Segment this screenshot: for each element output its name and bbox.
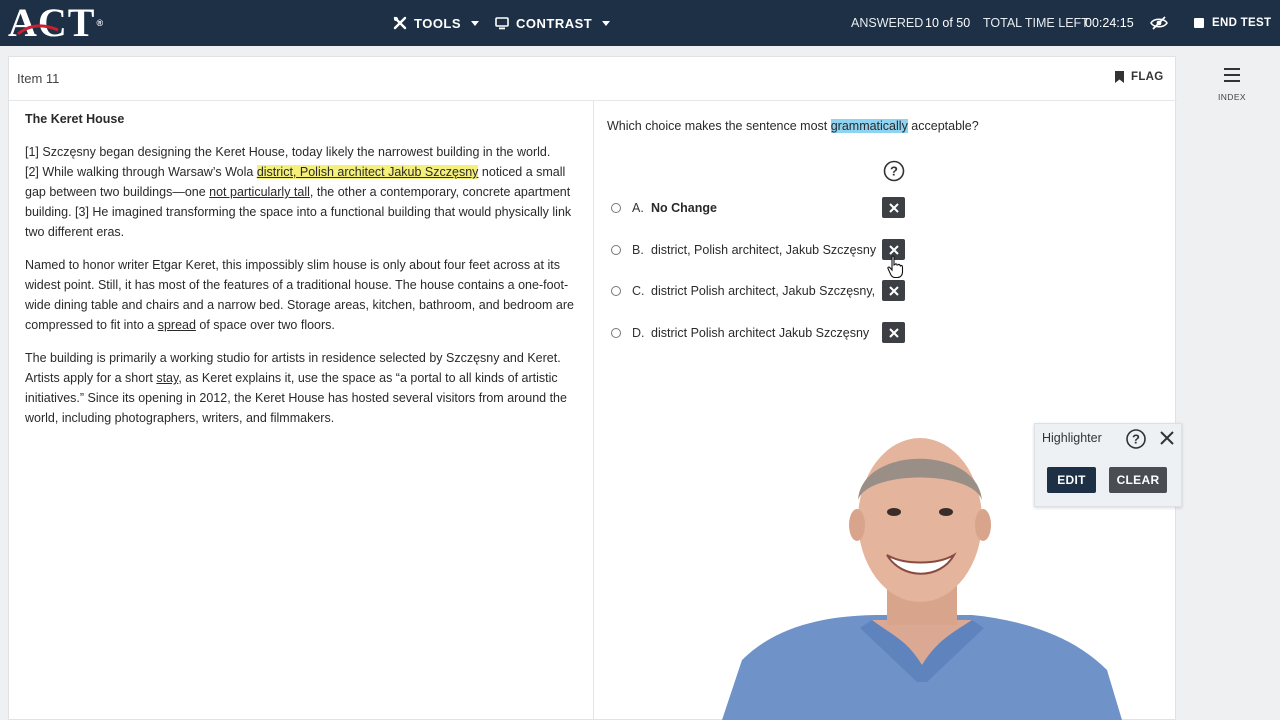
passage-text: [2] While walking through Warsaw’s Wola bbox=[25, 165, 257, 179]
underlined-text[interactable]: spread bbox=[158, 318, 196, 332]
passage-paragraph: Named to honor writer Etgar Keret, this … bbox=[25, 255, 585, 335]
passage-sentence: [1] Szczęsny began designing the Keret H… bbox=[25, 145, 551, 159]
svg-text:?: ? bbox=[1132, 432, 1140, 447]
passage-paragraph: The building is primarily a working stud… bbox=[25, 348, 585, 428]
question-stem: Which choice makes the sentence most gra… bbox=[607, 119, 979, 133]
hand-cursor-icon bbox=[887, 255, 904, 279]
item-number: Item 11 bbox=[17, 71, 60, 86]
index-button[interactable]: INDEX bbox=[1210, 68, 1254, 102]
flag-button[interactable]: FLAG bbox=[1115, 71, 1164, 83]
stop-icon bbox=[1194, 18, 1204, 28]
tools-menu-button[interactable]: TOOLS bbox=[393, 0, 480, 46]
pane-divider bbox=[593, 101, 594, 720]
highlighter-title: Highlighter bbox=[1042, 431, 1102, 445]
choice-letter: A. bbox=[632, 201, 644, 215]
svg-text:?: ? bbox=[890, 164, 898, 179]
question-text: Which choice makes the sentence most bbox=[607, 119, 831, 133]
time-left-value: 00:24:15 bbox=[1085, 16, 1134, 30]
choice-letter: B. bbox=[632, 243, 644, 257]
underlined-text[interactable]: stay bbox=[156, 371, 178, 385]
eliminate-choice-c-button[interactable] bbox=[882, 280, 905, 301]
answer-choice-d[interactable]: D. district Polish architect Jakub Szczę… bbox=[611, 322, 869, 344]
answer-choice-a[interactable]: A. No Change bbox=[611, 197, 717, 219]
close-icon[interactable] bbox=[1159, 430, 1175, 446]
monitor-icon bbox=[495, 16, 509, 29]
question-text: acceptable? bbox=[907, 119, 979, 133]
answer-choice-c[interactable]: C. district Polish architect, Jakub Szcz… bbox=[611, 280, 875, 302]
tools-icon bbox=[393, 16, 407, 30]
help-icon[interactable]: ? bbox=[1125, 428, 1147, 450]
logo-swoosh-icon bbox=[17, 24, 59, 36]
passage: The Keret House [1] Szczęsny began desig… bbox=[25, 109, 585, 441]
answered-count: 10 of 50 bbox=[925, 16, 971, 30]
end-test-label: END TEST bbox=[1212, 17, 1272, 29]
clear-highlight-button[interactable]: CLEAR bbox=[1109, 467, 1167, 493]
close-icon bbox=[888, 327, 899, 338]
passage-paragraph: [1] Szczęsny began designing the Keret H… bbox=[25, 142, 585, 242]
radio-button[interactable] bbox=[611, 245, 621, 255]
highlighted-underlined-text[interactable]: district, Polish architect Jakub Szczęsn… bbox=[256, 165, 479, 179]
answer-choice-b[interactable]: B. district, Polish architect, Jakub Szc… bbox=[611, 239, 876, 261]
radio-button[interactable] bbox=[611, 203, 621, 213]
contrast-menu-button[interactable]: CONTRAST bbox=[495, 0, 611, 46]
contrast-label: CONTRAST bbox=[516, 15, 593, 31]
end-test-button[interactable]: END TEST bbox=[1194, 0, 1271, 46]
highlighted-text[interactable]: grammatically bbox=[830, 119, 908, 133]
passage-title: The Keret House bbox=[25, 112, 125, 126]
radio-button[interactable] bbox=[611, 328, 621, 338]
time-left-label: TOTAL TIME LEFT bbox=[983, 16, 1089, 30]
close-icon bbox=[888, 202, 899, 213]
item-header: Item 11 FLAG bbox=[9, 57, 1177, 101]
tools-label: TOOLS bbox=[414, 15, 462, 31]
chevron-down-icon bbox=[602, 20, 611, 26]
bookmark-icon bbox=[1115, 71, 1124, 83]
choice-text: district Polish architect Jakub Szczęsny bbox=[651, 326, 870, 340]
choice-letter: C. bbox=[632, 284, 645, 298]
top-bar: ACT® TOOLS CONTRAST ANSWERED 10 of 50 TO… bbox=[0, 0, 1280, 46]
close-icon bbox=[888, 285, 899, 296]
underlined-text[interactable]: not particularly tall bbox=[209, 185, 310, 199]
answered-label: ANSWERED bbox=[851, 16, 924, 30]
hide-timer-icon[interactable] bbox=[1150, 15, 1168, 31]
chevron-down-icon bbox=[471, 20, 480, 26]
edit-highlight-button[interactable]: EDIT bbox=[1047, 467, 1096, 493]
eliminate-choice-a-button[interactable] bbox=[882, 197, 905, 218]
choice-text: No Change bbox=[651, 201, 717, 215]
help-icon[interactable]: ? bbox=[883, 160, 905, 182]
choice-text: district, Polish architect, Jakub Szczęs… bbox=[651, 243, 877, 257]
eliminate-choice-d-button[interactable] bbox=[882, 322, 905, 343]
choice-text: district Polish architect, Jakub Szczęsn… bbox=[651, 284, 876, 298]
index-label: INDEX bbox=[1218, 92, 1246, 102]
flag-label: FLAG bbox=[1131, 71, 1164, 83]
passage-text: of space over two floors. bbox=[195, 318, 335, 332]
hamburger-menu-icon bbox=[1224, 68, 1240, 82]
logo-registered: ® bbox=[96, 18, 105, 28]
highlighter-panel: Highlighter ? EDIT CLEAR bbox=[1034, 423, 1182, 507]
choice-letter: D. bbox=[632, 326, 645, 340]
radio-button[interactable] bbox=[611, 286, 621, 296]
close-icon bbox=[888, 244, 899, 255]
